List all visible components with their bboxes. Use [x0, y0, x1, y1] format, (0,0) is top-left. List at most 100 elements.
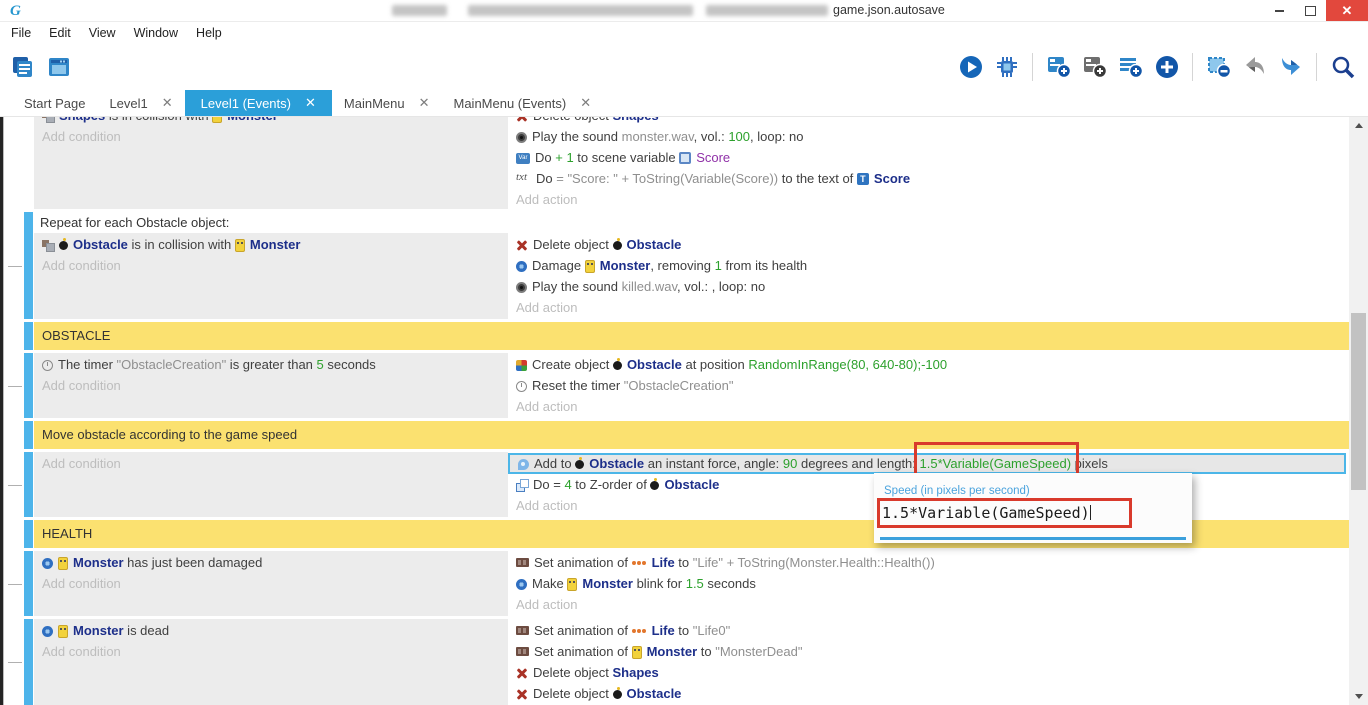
- tab-mainmenu[interactable]: MainMenu✕: [332, 90, 442, 116]
- tab-start-page[interactable]: Start Page: [12, 90, 97, 116]
- menu-window[interactable]: Window: [125, 26, 187, 40]
- action-row[interactable]: Damage Monster, removing 1 from its heal…: [508, 255, 1349, 276]
- minimize-button[interactable]: [1264, 0, 1295, 21]
- add-condition[interactable]: Add condition: [34, 453, 508, 474]
- tab-close-icon[interactable]: ✕: [305, 95, 316, 111]
- action-row[interactable]: Make Monster blink for 1.5 seconds: [508, 573, 1349, 594]
- damage-icon: [516, 579, 527, 590]
- actions-column: Delete object ShapesPlay the sound monst…: [508, 117, 1349, 209]
- tab-level1-events-[interactable]: Level1 (Events) ✕: [185, 90, 332, 116]
- add-action[interactable]: Add action: [508, 396, 1349, 417]
- row-text: to: [697, 644, 715, 659]
- add-action[interactable]: Add action: [508, 189, 1349, 209]
- debug-icon[interactable]: [993, 54, 1020, 81]
- conditions-column: Monster is deadAdd condition: [34, 619, 508, 705]
- monster-icon: [585, 260, 595, 273]
- txt-icon: [516, 173, 531, 185]
- row-text: Obstacle: [627, 237, 682, 252]
- action-row[interactable]: Play the sound monster.wav, vol.: 100, l…: [508, 126, 1349, 147]
- action-row[interactable]: Delete object Obstacle: [508, 683, 1349, 704]
- selected-action-row[interactable]: Add to Obstacle an instant force, angle:…: [508, 453, 1346, 474]
- row-text: RandomInRange(80, 640-80);-100: [748, 357, 947, 372]
- group-header[interactable]: OBSTACLE: [34, 322, 1349, 350]
- condition-row[interactable]: Monster has just been damaged: [34, 552, 508, 573]
- repeat-event-header[interactable]: Repeat for each Obstacle object:: [34, 212, 1349, 233]
- scrollbar-thumb[interactable]: [1351, 313, 1366, 490]
- delete-selection-icon[interactable]: [1205, 54, 1232, 81]
- action-row[interactable]: Play the sound killed.wav, vol.: , loop:…: [508, 276, 1349, 297]
- scroll-up-arrow[interactable]: [1349, 117, 1368, 134]
- add-new-icon[interactable]: [1153, 54, 1180, 81]
- action-row[interactable]: Set animation of Life to "Life" + ToStri…: [508, 552, 1349, 573]
- menu-edit[interactable]: Edit: [40, 26, 80, 40]
- action-row[interactable]: Do + 1 to scene variable Score: [508, 147, 1349, 168]
- menu-file[interactable]: File: [2, 26, 40, 40]
- add-action[interactable]: Add action: [508, 297, 1349, 318]
- action-row[interactable]: Delete object Shapes: [508, 117, 1349, 126]
- scene-window-icon[interactable]: [45, 54, 72, 81]
- add-comment-icon[interactable]: [1117, 54, 1144, 81]
- row-text: = "Score: " + ToString(Variable(Score)): [556, 171, 778, 186]
- row-text: Delete object: [533, 665, 613, 680]
- tab-close-icon[interactable]: ✕: [419, 95, 430, 111]
- tab-label: Level1 (Events): [201, 96, 291, 111]
- add-condition[interactable]: Add condition: [34, 375, 508, 396]
- action-row[interactable]: Do = "Score: " + ToString(Variable(Score…: [508, 168, 1349, 189]
- row-text: Set animation of: [534, 644, 632, 659]
- row-text: is greater than: [226, 357, 316, 372]
- row-text: 100: [728, 129, 750, 144]
- vertical-scrollbar[interactable]: [1349, 117, 1368, 705]
- undo-icon[interactable]: [1241, 54, 1268, 81]
- menu-help[interactable]: Help: [187, 26, 231, 40]
- maximize-button[interactable]: [1295, 0, 1326, 21]
- action-row[interactable]: Create object Obstacle at position Rando…: [508, 354, 1349, 375]
- bomb-icon: [59, 241, 68, 250]
- add-condition[interactable]: Add condition: [34, 641, 508, 662]
- play-icon[interactable]: [957, 54, 984, 81]
- parameter-edit-popup: Speed (in pixels per second) 1.5*Variabl…: [874, 473, 1192, 543]
- action-row[interactable]: Set animation of Life to "Life0": [508, 620, 1349, 641]
- project-manager-icon[interactable]: [8, 54, 35, 81]
- condition-row[interactable]: Obstacle is in collision with Monster: [34, 234, 508, 255]
- close-button[interactable]: ✕: [1326, 0, 1368, 21]
- row-text: Set animation of: [534, 623, 632, 638]
- row-text: to: [675, 555, 693, 570]
- condition-row[interactable]: Monster is dead: [34, 620, 508, 641]
- row-text: Monster: [227, 117, 278, 123]
- row-text: Shapes: [613, 117, 659, 123]
- create-icon: [516, 360, 527, 371]
- add-condition[interactable]: Add condition: [34, 126, 508, 147]
- add-subevent-icon[interactable]: [1081, 54, 1108, 81]
- action-row[interactable]: Delete object Obstacle: [508, 234, 1349, 255]
- row-text: Obstacle: [73, 237, 128, 252]
- redo-icon[interactable]: [1277, 54, 1304, 81]
- search-icon[interactable]: [1329, 54, 1356, 81]
- event-group: OBSTACLE: [34, 322, 1349, 350]
- row-text: Do: [535, 150, 555, 165]
- tab-close-icon[interactable]: ✕: [580, 95, 591, 111]
- menu-view[interactable]: View: [80, 26, 125, 40]
- row-text: Do: [533, 477, 553, 492]
- tab-label: Start Page: [24, 96, 85, 111]
- sound-icon: [516, 282, 527, 293]
- scroll-down-arrow[interactable]: [1349, 688, 1368, 705]
- action-row[interactable]: Reset the timer "ObstacleCreation": [508, 375, 1349, 396]
- action-row[interactable]: Set animation of Monster to "MonsterDead…: [508, 641, 1349, 662]
- add-condition[interactable]: Add condition: [34, 255, 508, 276]
- var-icon: [516, 153, 530, 164]
- row-text: pixels: [1071, 456, 1108, 471]
- condition-row[interactable]: The timer "ObstacleCreation" is greater …: [34, 354, 508, 375]
- group-header[interactable]: Move obstacle according to the game spee…: [34, 421, 1349, 449]
- add-condition[interactable]: Add condition: [34, 573, 508, 594]
- tab-close-icon[interactable]: ✕: [162, 95, 173, 111]
- action-row[interactable]: Delete object Shapes: [508, 662, 1349, 683]
- tab-level1[interactable]: Level1✕: [97, 90, 184, 116]
- expression-input[interactable]: 1.5*Variable(GameSpeed): [882, 502, 1132, 524]
- row-text: 1: [715, 258, 722, 273]
- add-event-icon[interactable]: [1045, 54, 1072, 81]
- tab-mainmenu-events-[interactable]: MainMenu (Events)✕: [442, 90, 604, 116]
- add-action[interactable]: Add action: [508, 594, 1349, 615]
- row-text: killed.wav: [622, 279, 677, 294]
- condition-row[interactable]: Shapes is in collision with Monster: [34, 117, 508, 126]
- title-redacted-block: [706, 5, 828, 16]
